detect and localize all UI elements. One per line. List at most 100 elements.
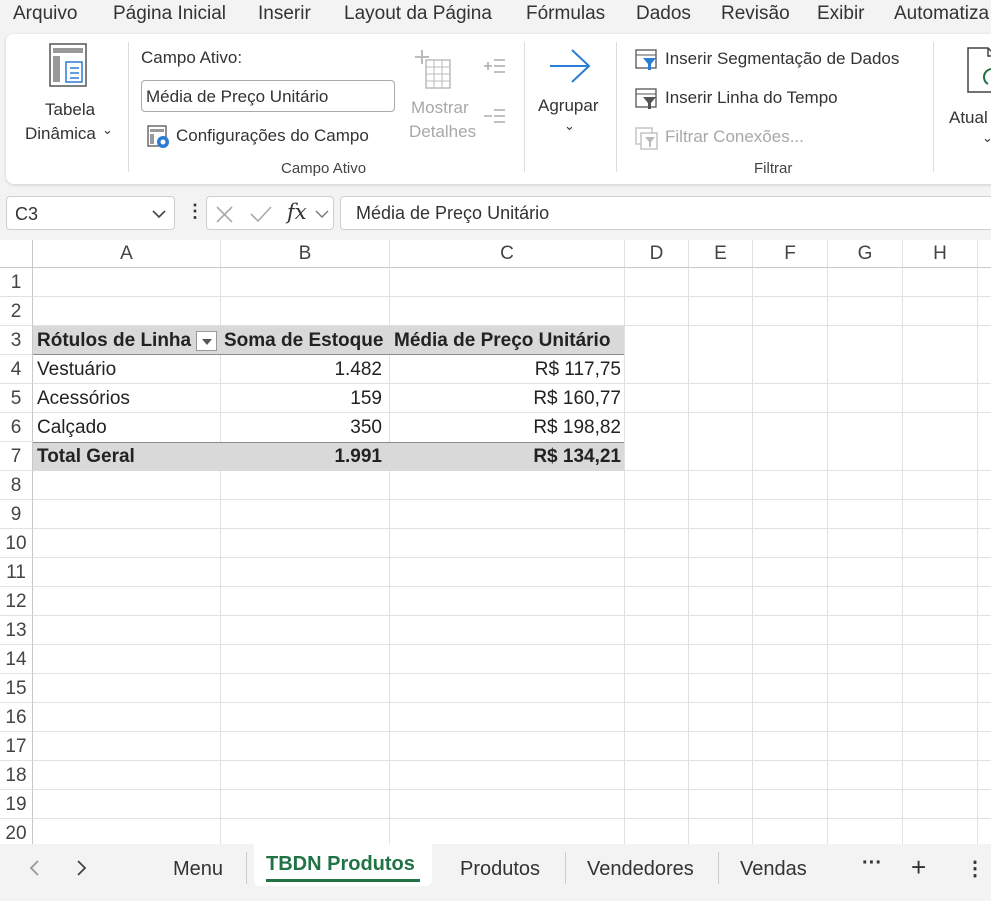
row-header-6[interactable]: 6 <box>0 413 33 442</box>
pivot-row-label[interactable]: Acessórios <box>33 384 221 413</box>
insert-timeline-button[interactable]: Inserir Linha do Tempo <box>632 85 922 113</box>
row-header-20[interactable]: 20 <box>0 819 33 844</box>
row-header-9[interactable]: 9 <box>0 500 33 529</box>
expand-field-icon[interactable] <box>481 56 507 78</box>
row-header-15[interactable]: 15 <box>0 674 33 703</box>
sheet-tab-produtos[interactable]: Produtos <box>460 858 540 881</box>
gridline <box>33 731 991 732</box>
column-header-d[interactable]: D <box>625 240 689 268</box>
sheet-tab-active[interactable]: TBDN Produtos <box>254 844 432 886</box>
insert-function-icon[interactable]: fx <box>287 200 307 224</box>
row-header-1[interactable]: 1 <box>0 268 33 297</box>
pivot-row-label[interactable]: Calçado <box>33 413 221 442</box>
active-tab-underline <box>266 879 420 882</box>
column-header-h[interactable]: H <box>903 240 978 268</box>
chevron-down-icon: ⌄ <box>982 130 991 145</box>
confirm-icon[interactable] <box>249 205 273 223</box>
group-button[interactable]: Agrupar ⌄ <box>532 42 608 142</box>
sheet-tab-menu[interactable]: Menu <box>173 858 223 881</box>
show-details-button[interactable]: Mostrar Detalhes <box>398 42 478 148</box>
pivot-row-stock[interactable]: 350 <box>221 413 390 442</box>
menu-exibir[interactable]: Exibir <box>817 3 865 25</box>
pivot-row-avg-price[interactable]: R$ 198,82 <box>390 413 625 442</box>
column-header-g[interactable]: G <box>828 240 903 268</box>
menu-revisao[interactable]: Revisão <box>721 3 790 25</box>
more-options-icon[interactable]: ⋮ <box>186 201 204 222</box>
select-all-corner[interactable] <box>0 240 33 268</box>
menu-arquivo[interactable]: Arquivo <box>13 3 77 25</box>
add-sheet-icon[interactable]: + <box>911 852 926 883</box>
menu-dados[interactable]: Dados <box>636 3 691 25</box>
chevron-left-icon[interactable] <box>27 858 41 878</box>
cancel-icon[interactable] <box>215 205 235 223</box>
pivot-row-label[interactable]: Vestuário <box>33 355 221 384</box>
row-header-11[interactable]: 11 <box>0 558 33 587</box>
menu-inserir[interactable]: Inserir <box>258 3 311 25</box>
formula-input[interactable]: Média de Preço Unitário <box>340 196 991 230</box>
menu-pagina-inicial[interactable]: Página Inicial <box>113 3 226 25</box>
pivot-row-avg-price[interactable]: R$ 160,77 <box>390 384 625 413</box>
row-labels-filter-button[interactable] <box>196 331 217 351</box>
row-header-18[interactable]: 18 <box>0 761 33 790</box>
ribbon-separator <box>128 42 129 172</box>
pivot-table-label-1: Tabela <box>45 100 96 119</box>
name-box[interactable]: C3 <box>6 196 175 230</box>
row-header-2[interactable]: 2 <box>0 297 33 326</box>
pivot-table-button[interactable]: Tabela Dinâmica ⌄ <box>20 40 118 148</box>
pivot-header-stock-sum[interactable]: Soma de Estoque <box>221 326 390 355</box>
options-icon[interactable]: ⋮ <box>965 856 985 881</box>
row-header-12[interactable]: 12 <box>0 587 33 616</box>
field-settings-icon <box>147 125 169 148</box>
gridline <box>902 268 903 844</box>
pivot-total-label[interactable]: Total Geral <box>33 442 221 471</box>
row-header-8[interactable]: 8 <box>0 471 33 500</box>
show-details-label-2: Detalhes <box>409 122 477 141</box>
ribbon: Tabela Dinâmica ⌄ Campo Ativo: Média de … <box>6 34 991 184</box>
worksheet-grid[interactable]: A B C D E F G H 1 2 3 4 5 6 7 8 9 10 11 … <box>0 240 991 844</box>
pivot-row-stock[interactable]: 159 <box>221 384 390 413</box>
more-sheets-icon[interactable]: ··· <box>862 852 882 875</box>
row-header-5[interactable]: 5 <box>0 384 33 413</box>
row-header-17[interactable]: 17 <box>0 732 33 761</box>
row-header-14[interactable]: 14 <box>0 645 33 674</box>
sheet-tab-vendedores[interactable]: Vendedores <box>587 858 694 881</box>
row-header-7[interactable]: 7 <box>0 442 33 471</box>
tab-divider <box>718 852 719 884</box>
pivot-table-label-2: Dinâmica <box>25 124 96 143</box>
insert-slicer-button[interactable]: Inserir Segmentação de Dados <box>632 46 922 74</box>
row-header-19[interactable]: 19 <box>0 790 33 819</box>
pivot-header-avg-price[interactable]: Média de Preço Unitário <box>390 326 625 355</box>
column-header-e[interactable]: E <box>689 240 753 268</box>
row-header-3[interactable]: 3 <box>0 326 33 355</box>
column-header-c[interactable]: C <box>390 240 625 268</box>
pivot-row-avg-price[interactable]: R$ 117,75 <box>390 355 625 384</box>
pivot-total-stock[interactable]: 1.991 <box>221 442 390 471</box>
gridline <box>977 268 978 844</box>
column-header-a[interactable]: A <box>33 240 221 268</box>
menu-layout-da-pagina[interactable]: Layout da Página <box>344 3 492 25</box>
collapse-field-icon[interactable] <box>481 106 507 128</box>
column-header-f[interactable]: F <box>753 240 828 268</box>
filter-connections-button[interactable]: Filtrar Conexões... <box>632 124 922 152</box>
row-header-13[interactable]: 13 <box>0 616 33 645</box>
pivot-header-row-labels[interactable]: Rótulos de Linha <box>33 326 221 355</box>
refresh-button[interactable]: Atual ⌄ <box>946 42 991 152</box>
sheet-tab-vendas[interactable]: Vendas <box>740 858 807 881</box>
sheet-tab-tbdn-produtos[interactable]: TBDN Produtos <box>266 853 415 876</box>
active-field-input[interactable]: Média de Preço Unitário <box>141 80 395 112</box>
row-header-16[interactable]: 16 <box>0 703 33 732</box>
menu-formulas[interactable]: Fórmulas <box>526 3 605 25</box>
arrow-right-icon <box>550 49 591 83</box>
menu-automatizar[interactable]: Automatiza <box>894 3 989 25</box>
insert-timeline-label: Inserir Linha do Tempo <box>665 88 838 107</box>
pivot-row-stock[interactable]: 1.482 <box>221 355 390 384</box>
gridline <box>33 760 991 761</box>
column-header-b[interactable]: B <box>221 240 390 268</box>
field-settings-button[interactable]: Configurações do Campo <box>144 122 384 152</box>
column-header-i[interactable] <box>978 240 991 268</box>
row-header-10[interactable]: 10 <box>0 529 33 558</box>
pivot-total-avg-price[interactable]: R$ 134,21 <box>390 442 625 471</box>
row-header-4[interactable]: 4 <box>0 355 33 384</box>
ribbon-separator <box>524 42 525 172</box>
chevron-right-icon[interactable] <box>75 858 89 878</box>
